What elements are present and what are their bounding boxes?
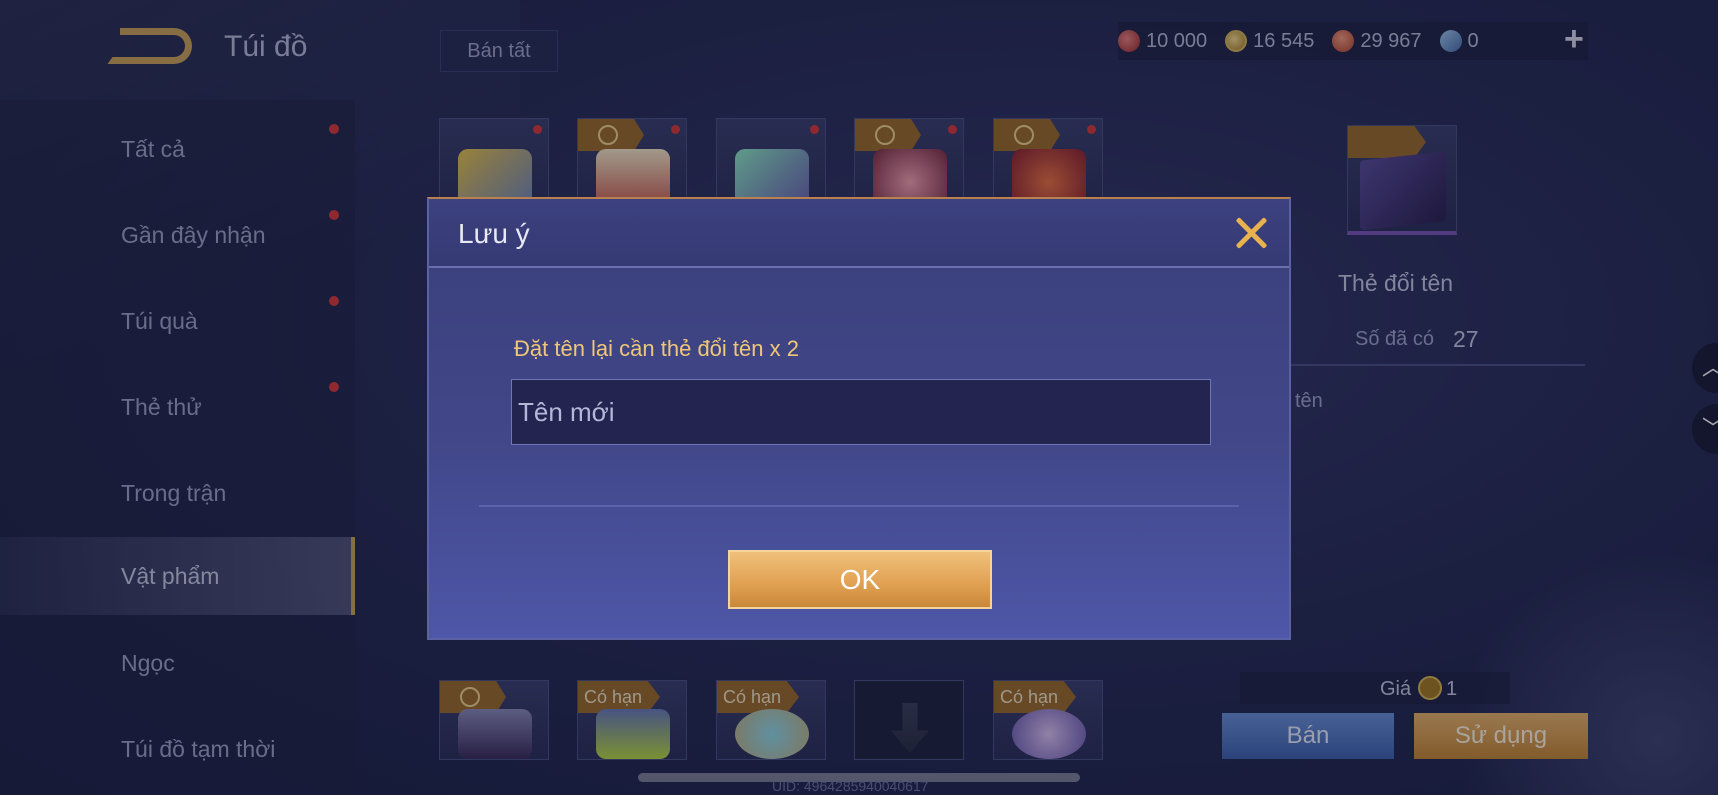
dialog-message: Đặt tên lại cần thẻ đổi tên x 2 — [514, 336, 799, 361]
rename-dialog: Lưu ý Đặt tên lại cần thẻ đổi tên x 2 OK — [427, 197, 1291, 640]
new-name-input[interactable] — [511, 379, 1211, 445]
dialog-header: Lưu ý — [429, 199, 1289, 268]
ok-button[interactable]: OK — [728, 550, 992, 609]
divider — [479, 505, 1239, 507]
close-icon[interactable] — [1229, 211, 1273, 255]
dialog-title: Lưu ý — [458, 218, 530, 249]
